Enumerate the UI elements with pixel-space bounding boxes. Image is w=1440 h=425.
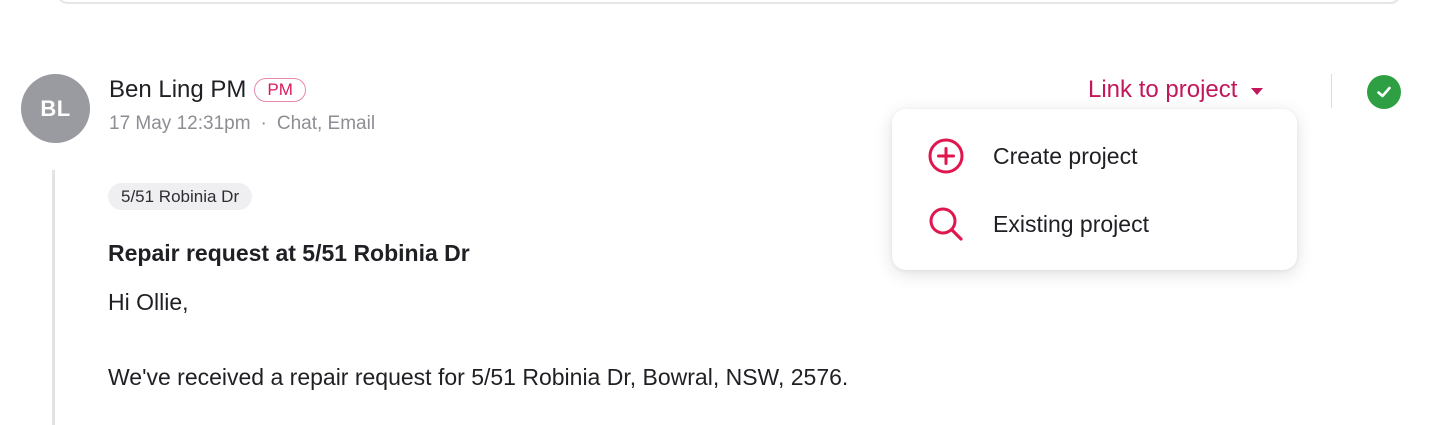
previous-message-card [56,0,1402,4]
message-meta: 17 May 12:31pm · Chat, Email [109,113,375,135]
action-divider [1331,74,1332,108]
checkmark-icon [1377,86,1391,98]
check-circle-icon[interactable] [1367,75,1401,109]
menu-item-label: Create project [993,142,1138,169]
message-body: We've received a repair request for 5/51… [108,364,849,390]
address-tag[interactable]: 5/51 Robinia Dr [108,183,253,210]
menu-item-create-project[interactable]: Create project [892,126,1297,186]
sender-row: Ben Ling PM PM [109,76,306,104]
menu-item-existing-project[interactable]: Existing project [892,194,1297,254]
chevron-down-icon [1251,88,1264,95]
search-icon [926,204,966,244]
menu-item-label: Existing project [993,210,1149,237]
link-to-project-label: Link to project [1088,76,1238,103]
link-project-dropdown: Create project Existing project [892,109,1297,270]
link-to-project-button[interactable]: Link to project [1088,76,1264,104]
message-thread: BL Ben Ling PM PM 17 May 12:31pm · Chat,… [0,0,1440,425]
meta-separator: · [260,113,267,134]
plus-circle-icon [926,136,966,176]
sender-name: Ben Ling PM [109,76,247,103]
message-greeting: Hi Ollie, [108,289,189,315]
thread-line [52,170,55,425]
channels: Chat, Email [276,113,376,134]
role-badge: PM [254,78,306,102]
message-subject: Repair request at 5/51 Robinia Dr [108,240,470,266]
timestamp: 17 May 12:31pm [109,113,251,134]
avatar: BL [21,74,90,143]
